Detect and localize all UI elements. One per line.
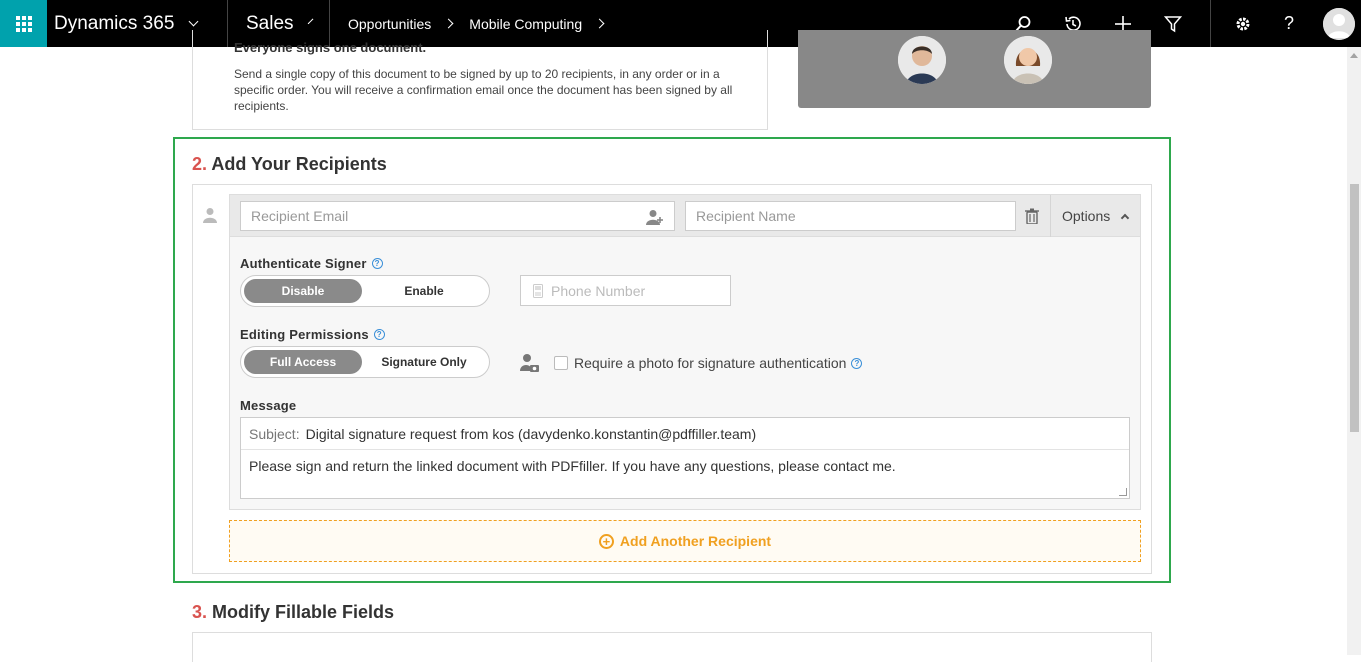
scroll-thumb[interactable]	[1350, 184, 1359, 432]
phone-icon	[533, 283, 543, 298]
page-scrollbar[interactable]	[1347, 47, 1361, 655]
recipient-card: Recipient Email Recipient Name Options A…	[229, 194, 1141, 510]
chevron-down-icon	[188, 16, 199, 27]
help-icon[interactable]: ?	[851, 357, 863, 369]
chevron-right-icon	[443, 18, 454, 29]
recipient-name-input[interactable]: Recipient Name	[685, 201, 1016, 231]
question-icon: ?	[1283, 13, 1294, 33]
trash-icon[interactable]	[1025, 208, 1039, 224]
phone-number-input[interactable]: Phone Number	[520, 275, 731, 306]
plus-circle-icon: +	[598, 533, 614, 549]
fillable-fields-panel	[192, 632, 1152, 662]
require-photo-label: Require a photo for signature authentica…	[574, 355, 863, 371]
signing-method-title: Everyone signs one document.	[234, 40, 427, 55]
section-title-fillable-fields: 3. Modify Fillable Fields	[192, 602, 395, 622]
app-launcher-button[interactable]	[0, 0, 47, 47]
avatar[interactable]	[1323, 7, 1355, 40]
recipient-email-input[interactable]: Recipient Email	[240, 201, 675, 231]
signing-method-card: Everyone signs one document. Send a sing…	[192, 30, 768, 130]
signing-method-description: Send a single copy of this document to b…	[234, 67, 733, 113]
require-photo-checkbox[interactable]	[554, 356, 568, 370]
message-textarea[interactable]: Please sign and return the linked docume…	[241, 450, 1129, 482]
chevron-up-icon	[1121, 213, 1130, 223]
message-label: Message	[240, 398, 297, 413]
settings-button[interactable]	[1223, 0, 1263, 47]
subject-field[interactable]: Subject: Digital signature request from …	[241, 418, 1129, 450]
gear-icon	[1236, 17, 1250, 30]
recipient-card-header: Recipient Email Recipient Name Options	[230, 195, 1140, 237]
editing-permissions-toggle: Full Access Signature Only	[240, 346, 490, 378]
male-avatar-image	[898, 36, 946, 84]
female-avatar-image	[1004, 36, 1052, 84]
help-icon[interactable]: ?	[371, 258, 383, 269]
person-icon	[203, 208, 217, 223]
full-access-option[interactable]: Full Access	[244, 350, 362, 374]
add-another-recipient-button[interactable]: + Add Another Recipient	[229, 520, 1141, 562]
authenticate-signer-label: Authenticate Signer ?	[240, 256, 383, 271]
app-name-label: Dynamics 365	[54, 12, 175, 34]
chevron-down-icon	[307, 18, 314, 25]
signature-only-option[interactable]: Signature Only	[362, 350, 486, 374]
auth-disable-option[interactable]: Disable	[244, 279, 362, 303]
options-toggle[interactable]: Options	[1050, 195, 1130, 237]
signers-preview-image	[798, 30, 1151, 108]
filter-icon	[1164, 15, 1182, 32]
auth-enable-option[interactable]: Enable	[362, 279, 486, 303]
waffle-icon	[15, 15, 32, 32]
add-contact-icon[interactable]	[646, 209, 664, 225]
message-box: Subject: Digital signature request from …	[240, 417, 1130, 499]
chevron-right-icon[interactable]	[594, 18, 605, 29]
user-avatar-icon	[1323, 7, 1355, 40]
scroll-up-icon[interactable]	[1350, 53, 1358, 58]
section-title-recipients: 2. Add Your Recipients	[192, 154, 387, 174]
help-button[interactable]: ?	[1263, 0, 1315, 47]
user-camera-icon	[520, 354, 539, 372]
authenticate-signer-toggle: Disable Enable	[240, 275, 490, 307]
resize-handle-icon[interactable]	[1119, 488, 1127, 496]
help-icon[interactable]: ?	[373, 329, 385, 340]
filter-button[interactable]	[1148, 0, 1198, 47]
subject-value: Digital signature request from kos (davy…	[305, 425, 757, 442]
editing-permissions-label: Editing Permissions ?	[240, 327, 385, 342]
